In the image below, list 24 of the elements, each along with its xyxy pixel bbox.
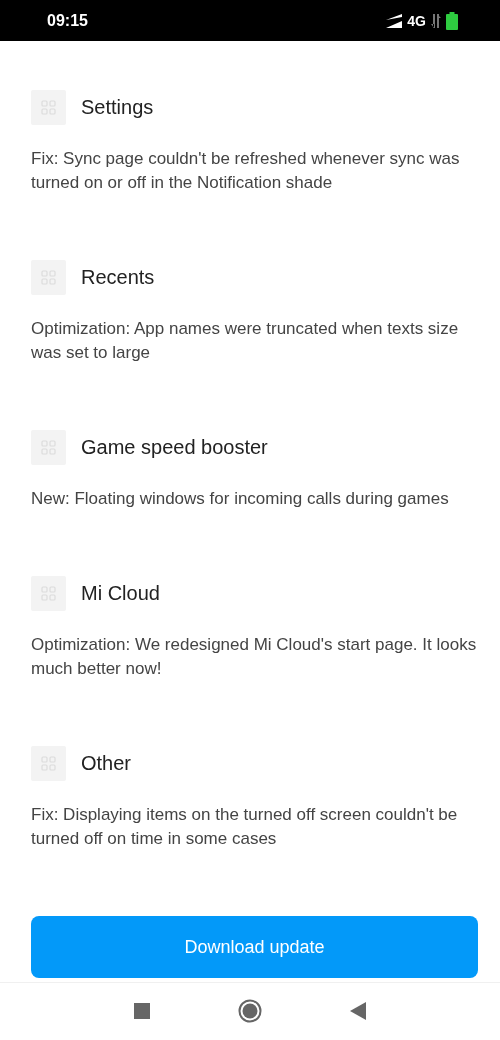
home-icon[interactable] <box>238 998 262 1023</box>
app-icon <box>31 746 66 781</box>
app-icon <box>31 576 66 611</box>
app-icon <box>31 260 66 295</box>
status-time: 09:15 <box>47 11 88 30</box>
recents-icon[interactable] <box>134 1002 150 1019</box>
change-description: Fix: Sync page couldn't be refreshed whenever sync was turned on or off in the Notification shade <box>31 148 461 194</box>
change-description: Optimization: App names were truncated when texts size was set to large <box>31 318 460 364</box>
battery-icon <box>446 11 458 30</box>
download-update-button[interactable]: Download update <box>31 916 478 978</box>
app-icon <box>31 430 66 465</box>
section-title: Settings <box>81 96 154 119</box>
change-description: Optimization: We redesigned Mi Cloud's start page. It looks much better now! <box>31 634 478 680</box>
change-description: Fix: Displaying items on the turned off screen couldn't be turned off on time in some cases <box>31 804 459 850</box>
back-icon[interactable] <box>350 1001 366 1020</box>
network-label: 4G <box>407 12 426 29</box>
section-title: Game speed booster <box>81 436 268 459</box>
section-title: Other <box>81 752 132 775</box>
section-title: Mi Cloud <box>81 582 160 605</box>
section-title: Recents <box>81 266 155 289</box>
signal-icon <box>386 13 403 28</box>
data-arrows-icon <box>431 13 441 28</box>
app-icon <box>31 90 66 125</box>
change-description: New: Floating windows for incoming calls during games <box>31 488 450 510</box>
